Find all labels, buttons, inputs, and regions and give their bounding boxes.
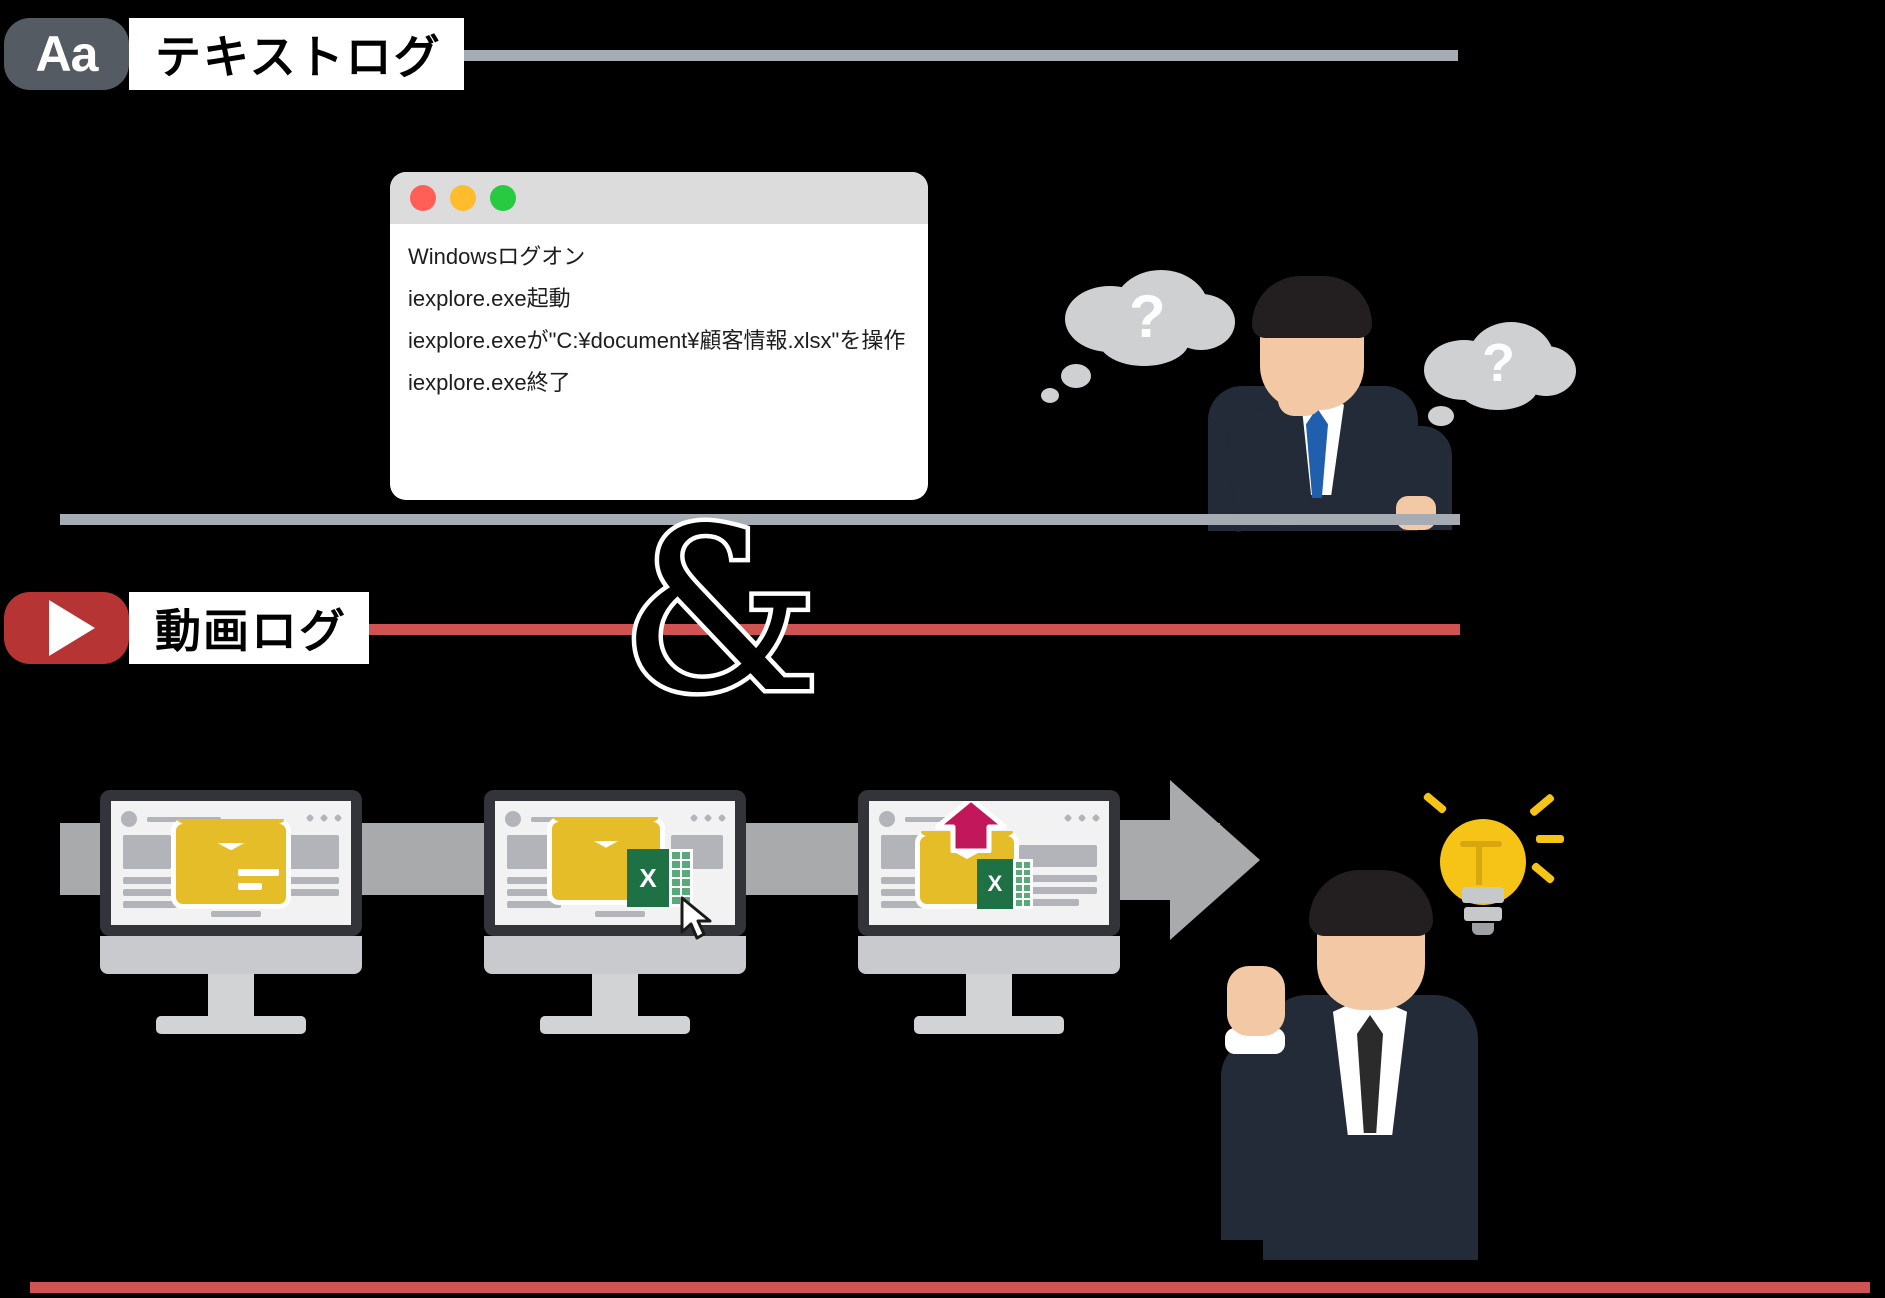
monitor-base bbox=[540, 1016, 690, 1034]
video-log-rule bbox=[300, 624, 1460, 635]
log-line: iexplore.exeが"C:¥document¥顧客情報.xlsx"を操作 bbox=[408, 328, 906, 353]
monitor-base bbox=[156, 1016, 306, 1034]
monitor-screen bbox=[111, 801, 351, 925]
monitor-base bbox=[914, 1016, 1064, 1034]
envelope-icon bbox=[171, 819, 291, 909]
log-window[interactable]: Windowsログオン iexplore.exe起動 iexplore.exeが… bbox=[390, 172, 928, 500]
thought-cloud-left: ? bbox=[1041, 268, 1245, 403]
text-log-header: Aa テキストログ bbox=[4, 18, 464, 90]
maximize-button[interactable] bbox=[490, 185, 516, 211]
monitor-chin bbox=[858, 936, 1120, 974]
confused-man-hair bbox=[1252, 276, 1372, 338]
question-mark: ? bbox=[1482, 333, 1515, 393]
question-mark: ? bbox=[1129, 283, 1166, 350]
upload-arrow-icon bbox=[934, 801, 1008, 858]
log-line: iexplore.exe起動 bbox=[408, 286, 571, 311]
monitor-chin bbox=[100, 936, 362, 974]
workflow-step-2-monitor: X bbox=[484, 790, 746, 1034]
monitor-bezel bbox=[100, 790, 362, 936]
log-line: iexplore.exe終了 bbox=[408, 370, 571, 395]
video-log-header: 動画ログ bbox=[4, 592, 369, 664]
mouse-cursor-icon bbox=[680, 896, 714, 945]
confused-man-hand bbox=[1278, 374, 1322, 416]
play-triangle-icon bbox=[48, 600, 95, 656]
video-log-title: 動画ログ bbox=[129, 592, 369, 664]
workflow-step-1-monitor bbox=[100, 790, 362, 1034]
lightbulb-icon bbox=[1412, 791, 1564, 945]
minimize-button[interactable] bbox=[450, 185, 476, 211]
confident-man-fist bbox=[1227, 966, 1285, 1036]
log-window-body: Windowsログオン iexplore.exe起動 iexplore.exeが… bbox=[390, 224, 928, 394]
monitor-neck bbox=[966, 974, 1012, 1016]
monitor-screen: X bbox=[869, 801, 1109, 925]
monitor-neck bbox=[208, 974, 254, 1016]
log-line: Windowsログオン bbox=[408, 244, 586, 269]
confused-man-arm bbox=[1223, 404, 1315, 532]
video-log-bottom-rule bbox=[30, 1282, 1870, 1293]
monitor-bezel: X bbox=[858, 790, 1120, 936]
close-button[interactable] bbox=[410, 185, 436, 211]
text-badge-label: Aa bbox=[35, 26, 99, 82]
text-log-title: テキストログ bbox=[129, 18, 464, 90]
ampersand-connector: & bbox=[615, 481, 824, 743]
text-format-icon: Aa bbox=[4, 18, 129, 90]
confident-man-arm bbox=[1221, 1040, 1307, 1240]
thought-cloud-right: ? bbox=[1418, 318, 1598, 426]
play-button-icon bbox=[4, 592, 129, 664]
confused-businessman: ? ? bbox=[1041, 258, 1576, 532]
workflow-step-3-monitor: X bbox=[858, 790, 1120, 1034]
log-window-titlebar[interactable] bbox=[390, 172, 928, 224]
monitor-neck bbox=[592, 974, 638, 1016]
excel-file-icon: X bbox=[977, 859, 1033, 909]
